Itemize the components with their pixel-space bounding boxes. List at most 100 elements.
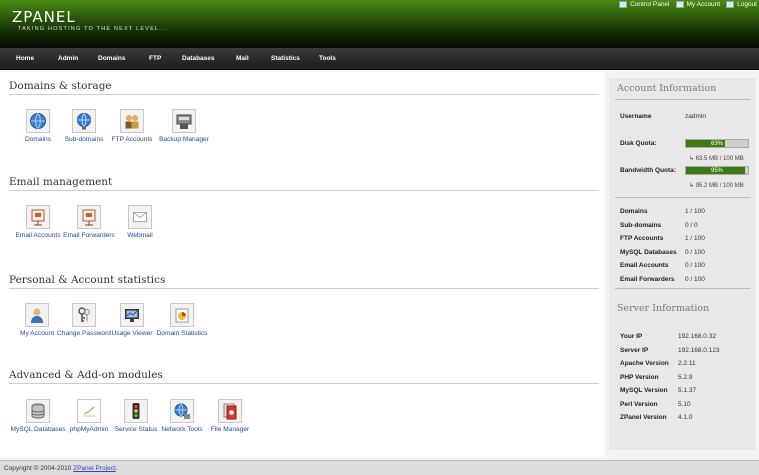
globe-icon [72,109,96,133]
email-board-icon [26,205,50,229]
keys-icon [72,303,96,327]
bandwidth-quota-percent: 95% [710,168,723,174]
section-title-email-management: Email management [9,176,113,188]
server-value: 2.2.11 [678,360,696,367]
module-label: Webmail [127,232,153,239]
stat-value: 0 / 100 [685,276,705,283]
module-label: Backup Manager [159,136,209,143]
phpmyadmin-icon [77,399,101,423]
bandwidth-quota-bar: 95% [685,166,749,175]
my-account-label: My Account [686,1,721,8]
section-title-advanced-addon-modules: Advanced & Add-on modules [9,369,163,381]
usage-icon [120,303,144,327]
server-value: 5.10 [678,401,691,408]
module-webmail[interactable]: Webmail [111,205,169,240]
section-divider [615,99,750,100]
my-account-link[interactable]: My Account [675,1,721,8]
copyright: Copyright © 2004-2010 ZPanel Project. [4,465,118,472]
section-divider [615,197,750,198]
stat-value: 0 / 0 [685,222,698,229]
server-label: PHP Version [620,374,659,381]
webmail-icon [128,205,152,229]
nav-statistics[interactable]: Statistics [271,55,300,62]
stat-label: MySQL Databases [620,249,677,256]
server-label: Perl Version [620,401,658,408]
module-ftp-accounts[interactable]: FTP Accounts [103,109,161,144]
disk-quota-bar: 63% [685,139,749,148]
section-divider [9,94,599,95]
server-value: 5.2.9 [678,374,693,381]
database-icon [26,399,50,423]
module-mysql-databases[interactable]: MySQL Databases [9,399,67,434]
section-divider [9,288,599,289]
top-links: Control Panel My Account Logout [619,1,757,8]
server-label: MySQL Version [620,387,668,394]
username-label: Username [620,113,652,120]
section-title-personal-account-statistics: Personal & Account statistics [9,274,166,286]
bandwidth-quota-label: Bandwidth Quota: [620,167,676,174]
section-divider [9,383,599,384]
server-label: ZPanel Version [620,414,667,421]
server-value: 4.1.0 [678,414,693,421]
section-divider [9,190,599,191]
username-value: zadmin [685,113,706,120]
statistics-icon [170,303,194,327]
nav-ftp[interactable]: FTP [149,55,161,62]
backup-icon [172,109,196,133]
nav-home[interactable]: Home [16,55,34,62]
copyright-suffix: . [115,465,118,472]
info-panel: Account Information Username zadmin Disk… [609,78,756,450]
zpanel-project-link[interactable]: ZPanel Project [73,465,116,472]
logout-label: Logout [737,1,757,8]
account-icon [675,1,684,8]
section-title-domains-storage: Domains & storage [9,80,112,92]
nav-databases[interactable]: Databases [182,55,215,62]
module-file-manager[interactable]: File Manager [201,399,259,434]
module-label: Email Accounts [15,232,61,239]
module-email-accounts[interactable]: Email Accounts [9,205,67,240]
stat-label: Email Accounts [620,262,669,269]
stat-value: 0 / 100 [685,249,705,256]
stat-label: FTP Accounts [620,235,664,242]
server-value: 5.1.37 [678,387,697,394]
server-value: 192.168.0.32 [678,333,716,340]
stat-value: 0 / 100 [685,262,705,269]
stat-value: 1 / 100 [685,235,705,242]
server-label: Your IP [620,333,643,340]
users-icon [120,109,144,133]
footer: Copyright © 2004-2010 ZPanel Project. [0,460,759,475]
module-email-forwarders[interactable]: Email Forwarders [60,205,118,240]
control-panel-label: Control Panel [630,1,670,8]
network-icon [170,399,194,423]
bandwidth-quota-detail: ↳ 95.2 MB / 100 MB [689,183,744,189]
server-label: Apache Version [620,360,669,367]
stat-label: Domains [620,208,648,215]
header: ZPANEL TAKING HOSTING TO THE NEXT LEVEL.… [0,0,759,48]
module-domain-statistics[interactable]: Domain Statistics [153,303,211,338]
disk-quota-label: Disk Quota: [620,140,657,147]
disk-quota-detail: ↳ 63.5 MB / 100 MB [689,156,744,162]
control-panel-link[interactable]: Control Panel [619,1,670,8]
stat-label: Sub-domains [620,222,662,229]
main-nav: Home Admin Domains FTP Databases Mail St… [0,48,759,70]
section-divider [615,288,750,289]
module-label: MySQL Databases [10,426,66,433]
user-icon [25,303,49,327]
nav-admin[interactable]: Admin [58,55,78,62]
module-backup-manager[interactable]: Backup Manager [155,109,213,144]
logout-link[interactable]: Logout [726,1,757,8]
module-label: Email Forwarders [63,232,115,239]
email-board-icon [77,205,101,229]
nav-mail[interactable]: Mail [236,55,249,62]
server-label: Server IP [620,347,649,354]
server-value: 192.168.0.123 [678,347,720,354]
nav-domains[interactable]: Domains [98,55,125,62]
tagline: TAKING HOSTING TO THE NEXT LEVEL... [18,26,168,32]
module-area: Domains & storage Domains Sub-domains FT… [0,72,605,457]
logo: ZPANEL [12,8,76,26]
logout-icon [726,1,735,8]
copyright-text: Copyright © 2004-2010 [4,465,74,472]
stat-label: Email Forwarders [620,276,675,283]
module-label: File Manager [210,426,250,433]
nav-tools[interactable]: Tools [319,55,336,62]
